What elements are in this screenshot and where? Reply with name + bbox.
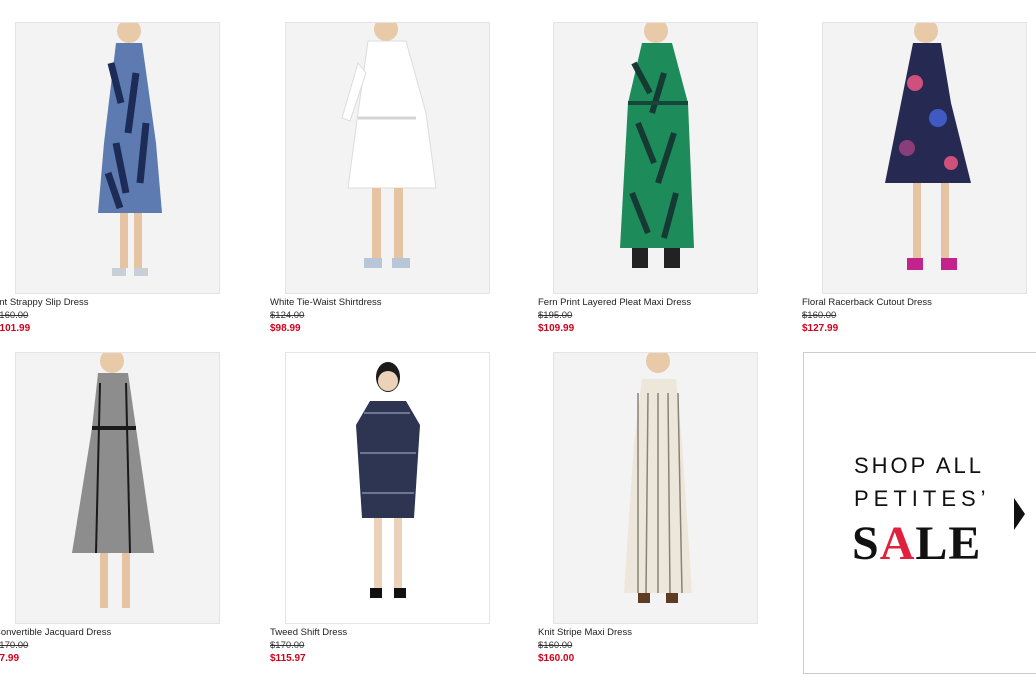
product-image[interactable] — [285, 22, 490, 294]
sale-price: $160.00 — [538, 653, 575, 664]
product-card[interactable]: Floral Racerback Cutout Dress $160.00 $1… — [802, 22, 1036, 362]
product-card[interactable]: Tweed Shift Dress $170.00 $115.97 — [270, 352, 542, 692]
original-price: $124.00 — [270, 310, 305, 321]
original-price: $160.00 — [802, 310, 837, 321]
product-card[interactable]: Knit Stripe Maxi Dress $160.00 $160.00 — [538, 352, 810, 692]
sale-price: $101.99 — [0, 323, 31, 334]
product-card[interactable]: rint Strappy Slip Dress $160.00 $101.99 — [0, 22, 272, 362]
original-price: $195.00 — [538, 310, 573, 321]
product-image[interactable] — [15, 22, 220, 294]
product-card[interactable]: Convertible Jacquard Dress $170.00 67.99 — [0, 352, 272, 692]
sale-price: 67.99 — [0, 653, 20, 664]
product-image[interactable] — [15, 352, 220, 624]
sale-price: $115.97 — [270, 653, 306, 664]
product-image[interactable] — [822, 22, 1027, 294]
product-image[interactable] — [553, 352, 758, 624]
promo-line-1: SHOP ALL — [854, 453, 984, 478]
product-name[interactable]: Convertible Jacquard Dress — [0, 627, 111, 638]
product-image[interactable] — [553, 22, 758, 294]
original-price: $160.00 — [0, 310, 29, 321]
product-card[interactable]: White Tie-Waist Shirtdress $124.00 $98.9… — [270, 22, 542, 362]
product-name[interactable]: rint Strappy Slip Dress — [0, 297, 89, 308]
product-image[interactable] — [285, 352, 490, 624]
product-name[interactable]: Tweed Shift Dress — [270, 627, 347, 638]
arrow-right-icon[interactable] — [1014, 498, 1025, 530]
original-price: $160.00 — [538, 640, 573, 651]
product-name[interactable]: Floral Racerback Cutout Dress — [802, 297, 932, 308]
shop-all-petites-sale-banner[interactable]: SHOP ALL PETITES’ SALE — [803, 352, 1036, 674]
product-name[interactable]: Knit Stripe Maxi Dress — [538, 627, 632, 638]
original-price: $170.00 — [270, 640, 305, 651]
product-name[interactable]: Fern Print Layered Pleat Maxi Dress — [538, 297, 691, 308]
sale-price: $109.99 — [538, 323, 575, 334]
promo-line-2: PETITES’ — [854, 486, 991, 511]
original-price: $170.00 — [0, 640, 29, 651]
promo-sale-text: SALE — [852, 517, 982, 570]
sale-price: $98.99 — [270, 323, 301, 334]
product-card[interactable]: Fern Print Layered Pleat Maxi Dress $195… — [538, 22, 810, 362]
product-name[interactable]: White Tie-Waist Shirtdress — [270, 297, 382, 308]
sale-price: $127.99 — [802, 323, 839, 334]
